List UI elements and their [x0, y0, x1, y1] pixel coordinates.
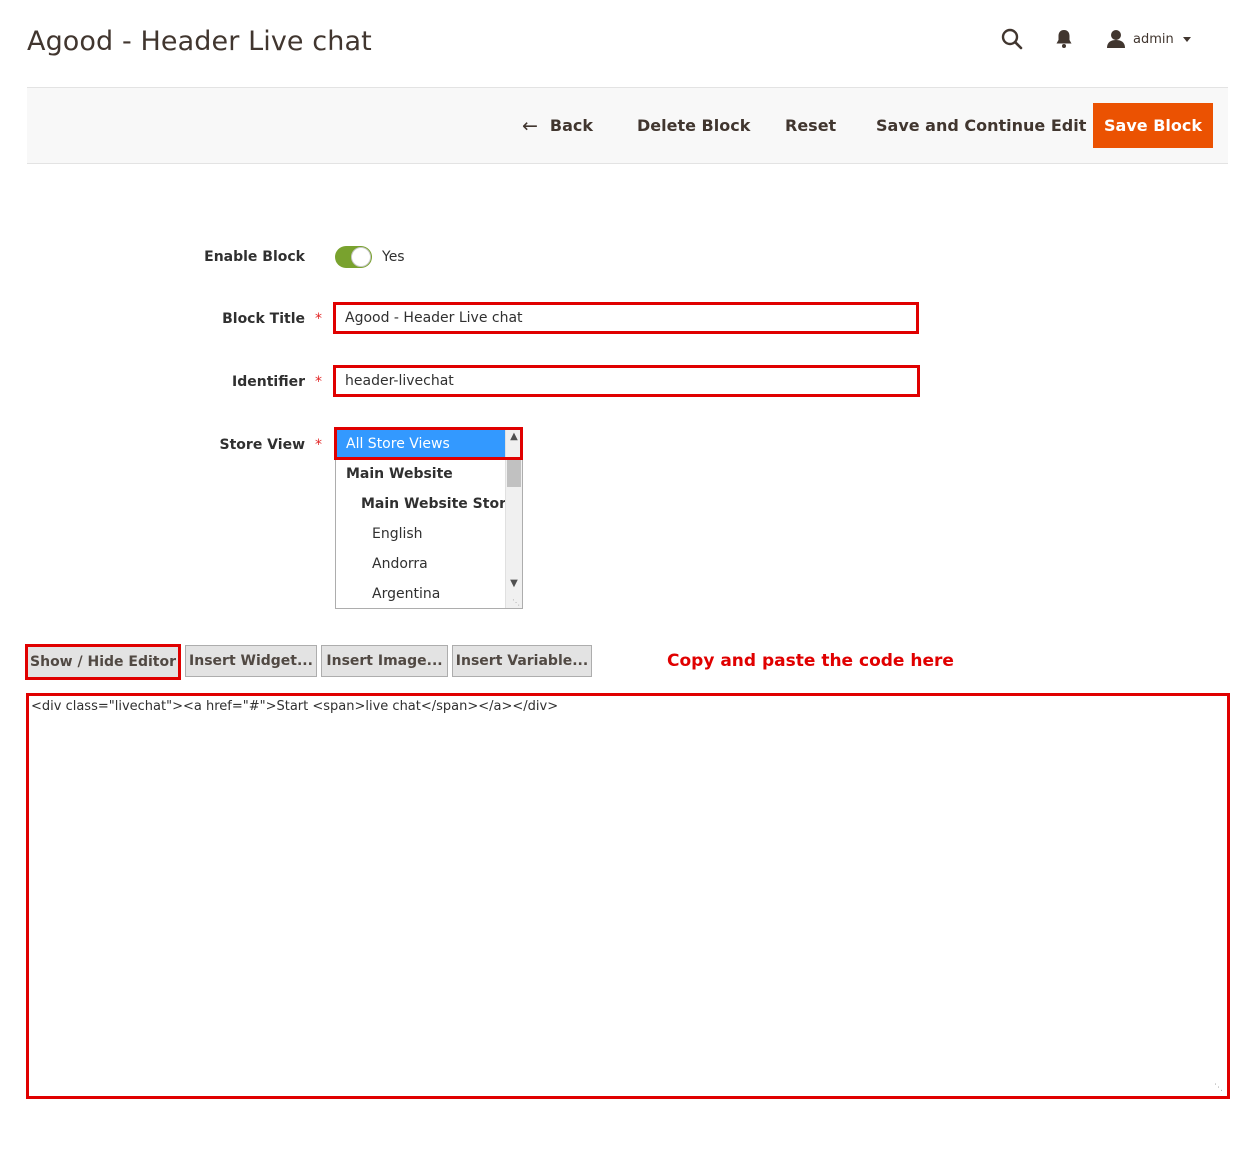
multiselect-scrollbar[interactable]: ▲ ▼ [505, 429, 522, 608]
store-view-option[interactable]: Main Website [336, 459, 506, 489]
chevron-down-icon[interactable]: ▼ [506, 576, 522, 592]
chevron-up-icon[interactable]: ▲ [506, 429, 522, 445]
page-actions-bar: ← Back Delete Block Reset Save and Conti… [27, 87, 1228, 164]
page-title: Agood - Header Live chat [27, 26, 372, 57]
required-asterisk: * [315, 437, 322, 453]
required-asterisk: * [315, 311, 322, 327]
required-asterisk: * [315, 374, 322, 390]
store-view-option[interactable]: English [336, 519, 506, 549]
save-block-button[interactable]: Save Block [1093, 103, 1213, 148]
user-icon [1106, 29, 1126, 49]
store-view-label: Store View [219, 437, 305, 453]
insert-variable-button[interactable]: Insert Variable... [452, 645, 592, 677]
annotation-callout: Copy and paste the code here [667, 651, 954, 671]
resize-grip-icon[interactable]: ⋱ [512, 598, 520, 607]
show-hide-editor-button[interactable]: Show / Hide Editor [25, 644, 181, 680]
admin-username: admin [1133, 31, 1174, 47]
bell-icon[interactable] [1052, 27, 1076, 51]
store-view-multiselect[interactable]: All Store Views Main Website Main Websit… [335, 428, 523, 609]
enable-block-value: Yes [382, 249, 405, 265]
enable-block-label: Enable Block [204, 249, 305, 265]
identifier-input[interactable] [333, 365, 920, 397]
admin-menu[interactable]: admin [1106, 24, 1191, 54]
store-view-option[interactable]: All Store Views [336, 429, 506, 459]
search-icon[interactable] [999, 26, 1025, 52]
back-button-label: Back [549, 116, 594, 135]
block-title-label: Block Title [222, 311, 305, 327]
toggle-knob [351, 247, 371, 267]
back-button[interactable]: ← Back [522, 103, 593, 148]
delete-block-button[interactable]: Delete Block [637, 103, 750, 148]
insert-image-button[interactable]: Insert Image... [321, 645, 448, 677]
block-title-input[interactable] [333, 302, 919, 334]
scrollbar-thumb[interactable] [507, 459, 521, 487]
arrow-left-icon: ← [522, 114, 538, 137]
enable-block-toggle[interactable] [335, 246, 372, 268]
reset-button[interactable]: Reset [785, 103, 836, 148]
save-and-continue-button[interactable]: Save and Continue Edit [876, 103, 1086, 148]
chevron-down-icon [1182, 36, 1191, 42]
store-view-option[interactable]: Andorra [336, 549, 506, 579]
store-view-option[interactable]: Main Website Store [336, 489, 515, 519]
identifier-label: Identifier [232, 374, 305, 390]
insert-widget-button[interactable]: Insert Widget... [185, 645, 317, 677]
content-editor-textarea[interactable]: <div class="livechat"><a href="#">Start … [26, 693, 1230, 1099]
store-view-option[interactable]: Argentina [336, 579, 506, 608]
